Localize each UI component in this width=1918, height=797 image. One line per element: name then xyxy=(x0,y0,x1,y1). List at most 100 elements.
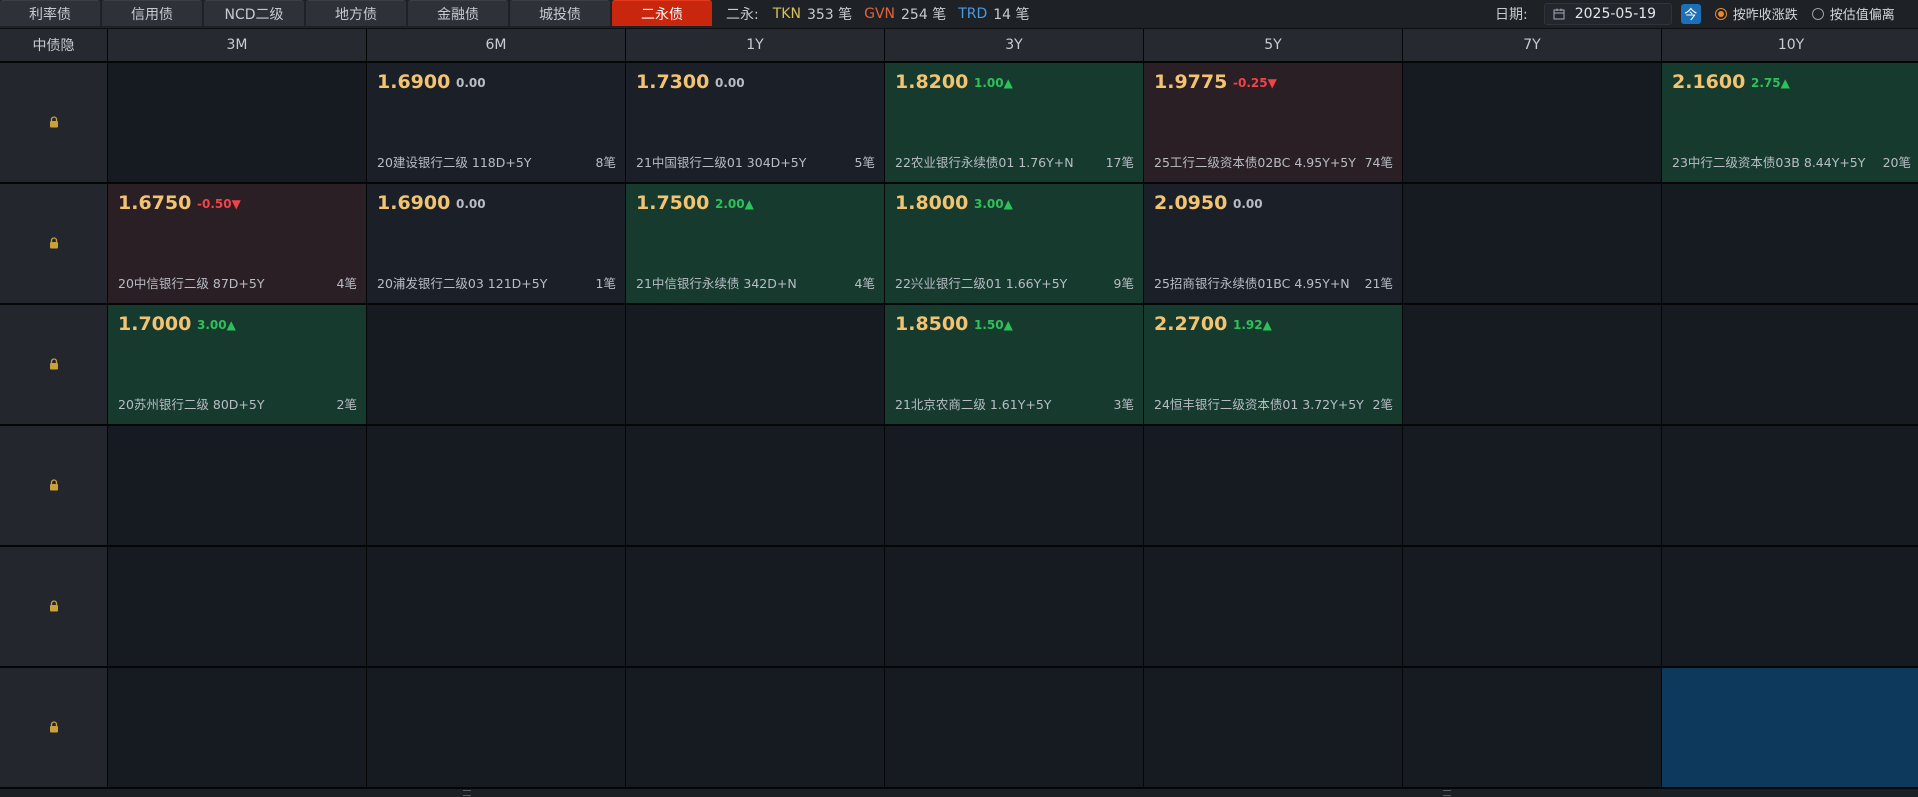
column-header[interactable]: 5Y xyxy=(1144,29,1402,61)
row-lock[interactable] xyxy=(0,305,107,424)
bond-name: 20苏州银行二级 80D+5Y xyxy=(118,397,265,412)
row-lock[interactable] xyxy=(0,184,107,303)
corner-header[interactable]: 中债隐 xyxy=(0,29,107,61)
quote-cell[interactable]: 2.2700 1.92▲ 24恒丰银行二级资本债01 3.72Y+5Y 2笔 xyxy=(1144,305,1402,424)
empty-cell[interactable] xyxy=(1144,426,1402,545)
empty-cell[interactable] xyxy=(885,547,1143,666)
empty-cell[interactable] xyxy=(885,426,1143,545)
lock-icon[interactable] xyxy=(49,234,59,253)
empty-cell[interactable] xyxy=(626,305,884,424)
empty-cell-selected[interactable] xyxy=(1662,668,1918,787)
today-button[interactable]: 今 xyxy=(1680,3,1701,24)
quote-change: 0.00 xyxy=(456,197,486,211)
lock-icon[interactable] xyxy=(49,113,59,132)
tab-4[interactable]: 金融债 xyxy=(408,0,508,26)
empty-cell[interactable] xyxy=(1403,184,1661,303)
column-header[interactable]: 3Y xyxy=(885,29,1143,61)
column-header[interactable]: 6M xyxy=(367,29,625,61)
quote-cell[interactable]: 1.6750 -0.50▼ 20中信银行二级 87D+5Y 4笔 xyxy=(108,184,366,303)
quote-cell[interactable]: 1.7500 2.00▲ 21中信银行永续债 342D+N 4笔 xyxy=(626,184,884,303)
empty-cell[interactable] xyxy=(885,668,1143,787)
trade-count: 4笔 xyxy=(854,276,875,291)
empty-cell[interactable] xyxy=(1662,305,1918,424)
row-lock[interactable] xyxy=(0,668,107,787)
empty-cell[interactable] xyxy=(367,668,625,787)
quote-cell[interactable]: 1.8200 1.00▲ 22农业银行永续债01 1.76Y+N 17笔 xyxy=(885,63,1143,182)
bond-name: 21北京农商二级 1.61Y+5Y xyxy=(895,397,1052,412)
resize-grip-icon[interactable] xyxy=(1443,790,1451,796)
lock-icon[interactable] xyxy=(49,476,59,495)
column-header[interactable]: 7Y xyxy=(1403,29,1661,61)
date-label: 日期: xyxy=(1495,6,1528,23)
date-controls: 日期: 2025-05-19 今 按昨收涨跌 按估值偏离 xyxy=(1495,0,1895,27)
column-header[interactable]: 10Y xyxy=(1662,29,1918,61)
tab-2[interactable]: NCD二级 xyxy=(204,0,304,26)
option-prev-close-change[interactable]: 按昨收涨跌 xyxy=(1714,4,1798,23)
quote-cell[interactable]: 1.8500 1.50▲ 21北京农商二级 1.61Y+5Y 3笔 xyxy=(885,305,1143,424)
quote-cell[interactable]: 1.8000 3.00▲ 22兴业银行二级01 1.66Y+5Y 9笔 xyxy=(885,184,1143,303)
empty-cell[interactable] xyxy=(1662,426,1918,545)
empty-cell[interactable] xyxy=(367,305,625,424)
lock-icon[interactable] xyxy=(49,718,59,737)
empty-cell[interactable] xyxy=(108,63,366,182)
column-header[interactable]: 1Y xyxy=(626,29,884,61)
date-picker[interactable]: 2025-05-19 xyxy=(1543,2,1672,25)
bottom-resize-bar[interactable] xyxy=(0,789,1918,797)
quote-cell[interactable]: 2.0950 0.00 25招商银行永续债01BC 4.95Y+N 21笔 xyxy=(1144,184,1402,303)
tab-6[interactable]: 二永债 xyxy=(612,0,712,26)
empty-cell[interactable] xyxy=(1144,547,1402,666)
empty-cell[interactable] xyxy=(626,426,884,545)
empty-cell[interactable] xyxy=(1403,547,1661,666)
empty-cell[interactable] xyxy=(626,668,884,787)
trade-count: 4笔 xyxy=(336,276,357,291)
tab-3[interactable]: 地方债 xyxy=(306,0,406,26)
resize-grip-icon[interactable] xyxy=(463,790,471,796)
trade-count: 20笔 xyxy=(1882,155,1911,170)
row-lock[interactable] xyxy=(0,63,107,182)
empty-cell[interactable] xyxy=(108,547,366,666)
empty-cell[interactable] xyxy=(1403,63,1661,182)
empty-cell[interactable] xyxy=(1144,668,1402,787)
quote-cell[interactable]: 1.9775 -0.25▼ 25工行二级资本债02BC 4.95Y+5Y 74笔 xyxy=(1144,63,1402,182)
tab-0[interactable]: 利率债 xyxy=(0,0,100,26)
quote-price: 1.8200 xyxy=(895,71,969,93)
empty-cell[interactable] xyxy=(1403,426,1661,545)
quote-change: -0.25▼ xyxy=(1233,76,1277,90)
quote-cell[interactable]: 2.1600 2.75▲ 23中行二级资本债03B 8.44Y+5Y 20笔 xyxy=(1662,63,1918,182)
empty-cell[interactable] xyxy=(626,547,884,666)
quote-price: 1.8000 xyxy=(895,192,969,214)
tab-5[interactable]: 城投债 xyxy=(510,0,610,26)
lock-icon[interactable] xyxy=(49,355,59,374)
quote-price: 1.9775 xyxy=(1154,71,1228,93)
quote-cell[interactable]: 1.7300 0.00 21中国银行二级01 304D+5Y 5笔 xyxy=(626,63,884,182)
quote-cell[interactable]: 1.6900 0.00 20浦发银行二级03 121D+5Y 1笔 xyxy=(367,184,625,303)
option-valuation-deviation[interactable]: 按估值偏离 xyxy=(1811,4,1895,23)
empty-cell[interactable] xyxy=(108,426,366,545)
tab-1[interactable]: 信用债 xyxy=(102,0,202,26)
trade-count: 17笔 xyxy=(1105,155,1134,170)
empty-cell[interactable] xyxy=(1662,547,1918,666)
empty-cell[interactable] xyxy=(1403,305,1661,424)
quote-cell[interactable]: 1.6900 0.00 20建设银行二级 118D+5Y 8笔 xyxy=(367,63,625,182)
quote-price: 2.1600 xyxy=(1672,71,1746,93)
trade-count: 21笔 xyxy=(1364,276,1393,291)
quote-price: 1.8500 xyxy=(895,313,969,335)
trade-count: 1笔 xyxy=(595,276,616,291)
tkn-label: TKN xyxy=(772,5,801,22)
lock-icon[interactable] xyxy=(49,597,59,616)
column-header[interactable]: 3M xyxy=(108,29,366,61)
empty-cell[interactable] xyxy=(367,426,625,545)
empty-cell[interactable] xyxy=(108,668,366,787)
empty-cell[interactable] xyxy=(367,547,625,666)
radio-prev-close-change[interactable] xyxy=(1714,7,1727,20)
bond-name: 21中国银行二级01 304D+5Y xyxy=(636,155,807,170)
row-lock[interactable] xyxy=(0,547,107,666)
quote-change: 2.00▲ xyxy=(715,197,754,211)
quote-cell[interactable]: 1.7000 3.00▲ 20苏州银行二级 80D+5Y 2笔 xyxy=(108,305,366,424)
empty-cell[interactable] xyxy=(1662,184,1918,303)
quote-stats: 二永: TKN 353 笔 GVN 254 笔 TRD 14 笔 xyxy=(726,0,1042,27)
radio-valuation-deviation[interactable] xyxy=(1811,7,1824,20)
empty-cell[interactable] xyxy=(1403,668,1661,787)
gvn-count: 254 笔 xyxy=(901,6,947,23)
row-lock[interactable] xyxy=(0,426,107,545)
